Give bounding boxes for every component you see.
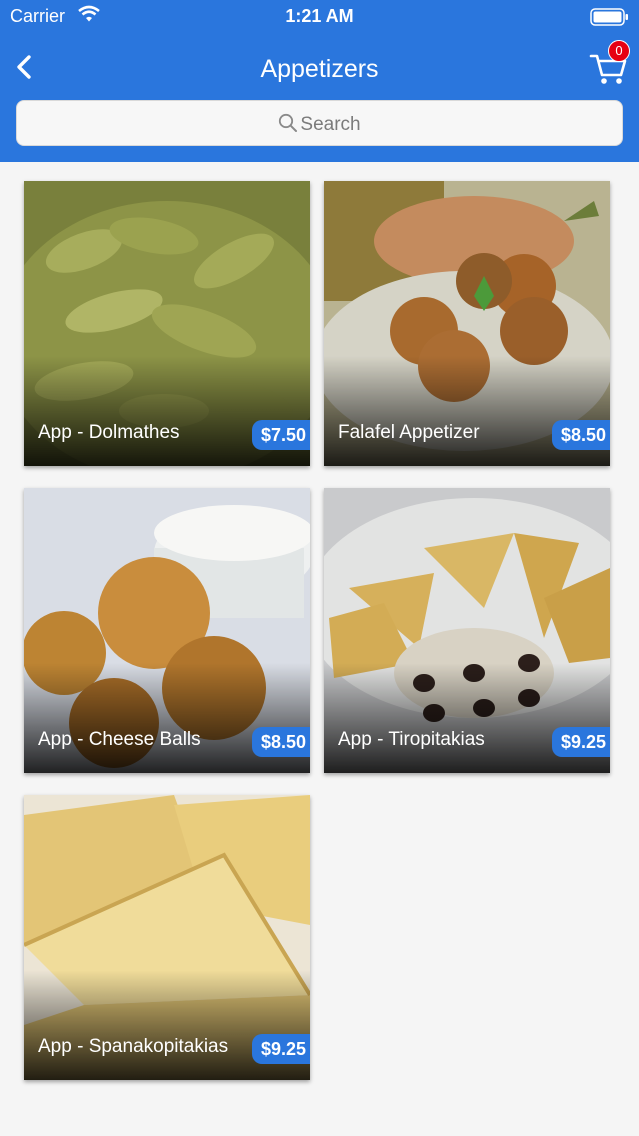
price-badge: $7.50	[251, 420, 310, 450]
price-badge: $8.50	[251, 727, 310, 757]
product-name: App - Tiropitakias	[338, 729, 485, 750]
product-name: App - Cheese Balls	[38, 729, 201, 750]
search-placeholder: Search	[300, 114, 361, 135]
clock: 1:21 AM	[285, 6, 354, 26]
search-icon	[279, 113, 298, 132]
page-title: Appetizers	[260, 55, 379, 83]
product-card[interactable]: App - Spanakopitakias $9.25	[24, 795, 310, 1080]
status-bar: Carrier 1:21 AM	[0, 0, 639, 34]
cart-count-badge: 0	[608, 40, 630, 62]
battery-icon	[590, 8, 628, 26]
price-badge: $9.25	[251, 1034, 310, 1064]
product-card[interactable]: App - Dolmathes $7.50	[24, 181, 310, 466]
price-badge: $9.25	[551, 727, 610, 757]
product-card[interactable]: App - Cheese Balls $8.50	[24, 488, 310, 773]
price-badge: $8.50	[551, 420, 610, 450]
product-card[interactable]: Falafel Appetizer $8.50	[324, 181, 610, 466]
header-bar: Carrier 1:21 AM Appetizers 0 Search	[0, 0, 639, 162]
product-name: Falafel Appetizer	[338, 422, 480, 443]
product-name: App - Spanakopitakias	[38, 1036, 229, 1057]
search-input[interactable]: Search	[16, 100, 623, 146]
product-card[interactable]: App - Tiropitakias $9.25	[324, 488, 610, 773]
product-name: App - Dolmathes	[38, 422, 180, 443]
